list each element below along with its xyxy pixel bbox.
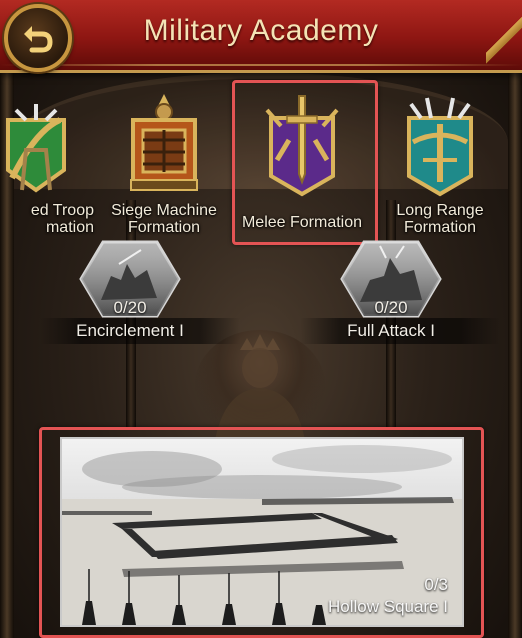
title-bar: Military Academy [0,0,522,73]
formation-long-range[interactable]: Long Range Formation [376,90,504,240]
skill-progress: 0/20 [374,298,408,317]
formation-mixed-troop[interactable]: ed Troop mation [0,90,100,240]
skill-progress: 0/20 [113,298,147,317]
selected-formation-highlight [232,80,378,245]
skill-name: Full Attack I [347,321,435,340]
back-button[interactable] [4,4,72,72]
skill-full-attack[interactable]: 0/20 Full Attack I [316,240,466,344]
formation-label: Long Range Formation [396,202,484,236]
skill-card-hollow-square[interactable]: 0/3 Hollow Square I [60,437,464,627]
formation-siege-machine[interactable]: Siege Machine Formation [100,90,228,240]
skill-progress: 0/3 [424,575,448,594]
page-title: Military Academy [143,14,379,47]
corner-ornament [486,0,522,70]
king-statue-background [195,330,325,440]
long-range-crossbow-emblem-icon [407,97,473,197]
siege-machine-emblem-icon [130,94,198,191]
formation-label: Siege Machine Formation [111,202,217,236]
military-academy-screen: Military Academy ed Troop mation Siege M… [0,0,522,638]
statue-crown-icon [215,334,305,440]
skill-name: Hollow Square I [327,597,448,616]
mixed-troop-emblem-icon [6,104,66,193]
formation-label: ed Troop mation [30,202,94,236]
skill-encirclement[interactable]: 0/20 Encirclement I [55,240,205,344]
return-arrow-icon [24,26,53,53]
skill-name: Encirclement I [76,321,184,340]
right-pillar [508,73,522,638]
